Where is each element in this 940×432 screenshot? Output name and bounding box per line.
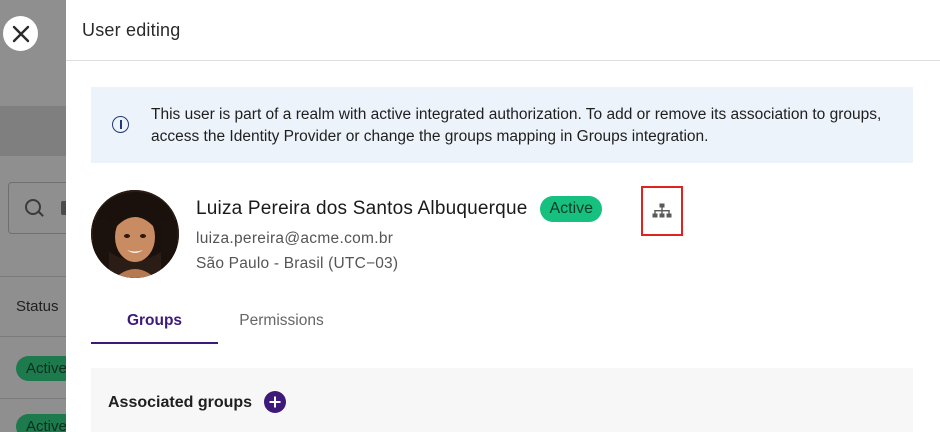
user-name: Luiza Pereira dos Santos Albuquerque	[196, 198, 528, 219]
close-icon	[12, 25, 29, 42]
background-search-field	[8, 182, 66, 234]
search-icon	[25, 199, 41, 215]
user-profile: Luiza Pereira dos Santos Albuquerque Act…	[91, 186, 921, 280]
background-divider	[0, 276, 66, 277]
hierarchy-button[interactable]	[641, 186, 683, 236]
background-status-badge: Active	[16, 356, 66, 381]
avatar	[91, 190, 179, 278]
drawer-header: User editing	[66, 0, 940, 61]
tab-groups[interactable]: Groups	[91, 304, 218, 344]
name-row: Luiza Pereira dos Santos Albuquerque Act…	[196, 196, 603, 222]
plus-icon	[269, 396, 281, 408]
tab-permissions[interactable]: Permissions	[218, 304, 345, 344]
status-badge: Active	[540, 196, 603, 222]
info-icon	[112, 116, 129, 133]
user-location: São Paulo - Brasil (UTC−03)	[196, 255, 399, 272]
user-email: luiza.pereira@acme.com.br	[196, 230, 394, 247]
associated-groups-panel: Associated groups	[91, 368, 913, 432]
add-group-button[interactable]	[264, 391, 286, 413]
background-divider	[0, 336, 66, 337]
info-banner: This user is part of a realm with active…	[91, 87, 913, 163]
background-divider	[0, 398, 66, 399]
tab-bar: Groups Permissions	[91, 304, 913, 344]
close-button[interactable]	[3, 16, 38, 51]
associated-groups-title: Associated groups	[108, 394, 253, 411]
info-banner-text: This user is part of a realm with active…	[151, 106, 882, 145]
background-status-badge: Active	[16, 414, 66, 432]
hierarchy-icon	[652, 203, 672, 218]
background-status-header: Status	[16, 298, 59, 315]
user-editing-drawer: User editing This user is part of a real…	[66, 0, 940, 432]
background-header-band	[0, 106, 66, 156]
drawer-title: User editing	[82, 19, 181, 40]
background-page: Status Active Active	[0, 0, 66, 432]
